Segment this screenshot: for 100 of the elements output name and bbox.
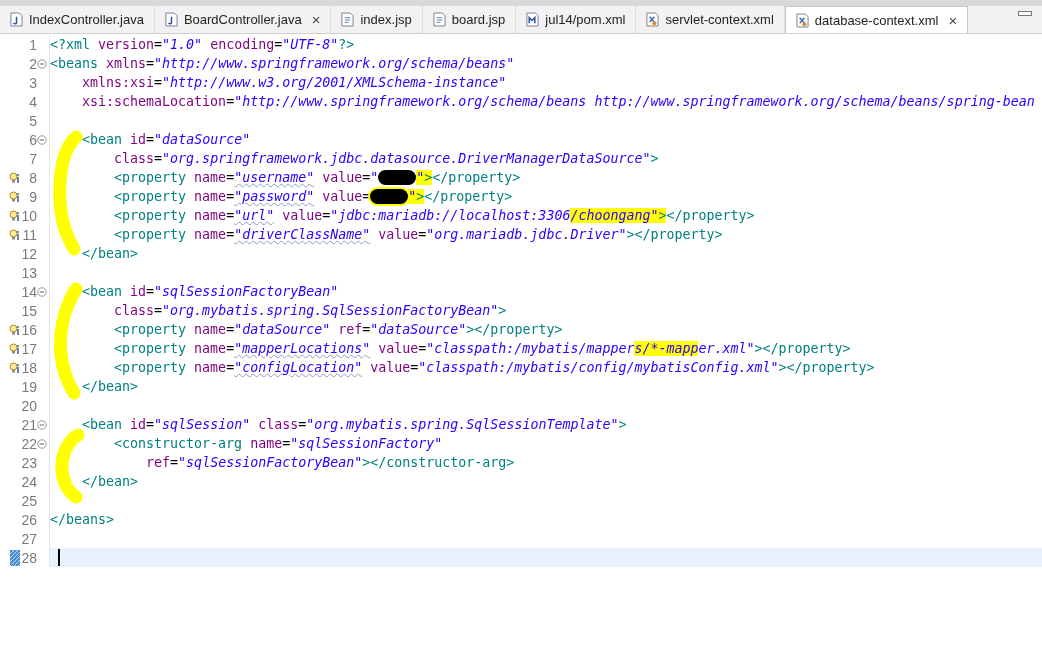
line-number: 12 — [21, 245, 37, 262]
code-token: "driverClassName" — [234, 227, 371, 242]
lightbulb-icon[interactable] — [9, 171, 21, 184]
code-token: "username" — [234, 170, 315, 185]
xml-file-icon — [795, 12, 809, 28]
code-token: "org.mybatis.spring.SqlSessionFactoryBean" — [162, 303, 499, 318]
line-number: 7 — [29, 150, 37, 167]
code-token: value — [377, 341, 419, 356]
line-number: 5 — [29, 112, 37, 129]
code-token: er.xml" — [698, 341, 755, 356]
code-token: value — [377, 227, 419, 242]
code-token: "dataSource" — [154, 132, 251, 147]
code-token: "configLocation" — [234, 360, 363, 375]
code-token: "sqlSessionFactoryBean" — [154, 284, 339, 299]
code-token: = — [226, 189, 235, 204]
code-token: /choongang" — [570, 208, 659, 223]
code-token: <constructor-arg — [113, 436, 243, 451]
line-number: 8 — [29, 169, 37, 186]
code-token: > — [618, 417, 627, 432]
lightbulb-icon[interactable] — [9, 190, 21, 203]
line-number: 16 — [21, 321, 37, 338]
code-token: "sqlSession" — [154, 417, 251, 432]
code-token: <property — [113, 170, 187, 185]
code-token: s/*-mapp — [634, 341, 699, 356]
code-token: name — [193, 208, 227, 223]
lightbulb-icon[interactable] — [9, 342, 21, 355]
code-token: <property — [113, 208, 187, 223]
maven-file-icon — [526, 12, 540, 27]
collapse-icon[interactable] — [37, 134, 47, 145]
code-token: <bean — [81, 132, 123, 147]
page-file-icon — [432, 12, 446, 27]
collapse-icon[interactable] — [37, 286, 47, 297]
line-number: 20 — [21, 397, 37, 414]
code-token: = — [298, 417, 307, 432]
code-token: = — [226, 341, 235, 356]
collapse-icon[interactable] — [37, 58, 47, 69]
lightbulb-icon[interactable] — [9, 361, 21, 374]
code-token: <bean — [81, 417, 123, 432]
code-token: ></property> — [626, 227, 723, 242]
code-token: = — [418, 227, 427, 242]
collapse-icon[interactable] — [37, 438, 47, 449]
line-number: 24 — [21, 473, 37, 490]
line-number: 25 — [21, 492, 37, 509]
code-token: </property> — [666, 208, 755, 223]
code-token: = — [226, 322, 235, 337]
code-token: = — [154, 303, 163, 318]
text-cursor — [58, 549, 60, 566]
code-token: "org.mybatis.spring.SqlSessionTemplate" — [306, 417, 619, 432]
code-token: = — [170, 455, 179, 470]
code-token: = — [146, 132, 155, 147]
code-token: version — [97, 37, 155, 52]
line-number: 23 — [21, 454, 37, 471]
minimize-icon[interactable] — [1018, 11, 1032, 17]
code-token: "UTF-8" — [282, 37, 339, 52]
code-token: name — [193, 322, 227, 337]
collapse-icon[interactable] — [37, 419, 47, 430]
code-token: </bean> — [81, 474, 139, 489]
code-token: <beans — [50, 56, 99, 71]
code-token: </bean> — [81, 246, 139, 261]
code-token: = — [274, 37, 283, 52]
xml-file-icon — [646, 12, 660, 27]
code-token: value — [321, 189, 363, 204]
code-token: "classpath:/mybatis/mapper — [426, 341, 635, 356]
code-token: ></property> — [778, 360, 875, 375]
line-number: 18 — [21, 359, 37, 376]
line-number: 6 — [29, 131, 37, 148]
code-token: > — [498, 303, 507, 318]
lightbulb-icon[interactable] — [9, 323, 21, 336]
code-token: = — [226, 227, 235, 242]
code-token: ></property> — [466, 322, 563, 337]
code-token: ref — [145, 455, 171, 470]
lightbulb-icon[interactable] — [9, 209, 21, 222]
code-token: <property — [113, 322, 187, 337]
code-token: "dataSource" — [370, 322, 467, 337]
code-token: = — [322, 208, 331, 223]
code-token: > — [658, 208, 667, 223]
editor-tab[interactable]: database-context.xml × — [784, 6, 969, 33]
code-token: </beans> — [50, 512, 115, 527]
line-number: 27 — [21, 530, 37, 547]
code-token: = — [226, 360, 235, 375]
line-number: 9 — [29, 188, 37, 205]
code-token: = — [154, 151, 163, 166]
code-token: = — [226, 170, 235, 185]
line-number: 26 — [21, 511, 37, 528]
code-token: name — [193, 360, 227, 375]
code-token: xsi:schemaLocation — [81, 94, 227, 109]
line-number: 15 — [21, 302, 37, 319]
line-number: 3 — [29, 74, 37, 91]
code-token: = — [410, 360, 419, 375]
code-token: = — [154, 75, 163, 90]
code-token: value — [369, 360, 411, 375]
line-number: 10 — [21, 207, 37, 224]
code-token: "dataSource" — [234, 322, 331, 337]
code-token: id — [129, 417, 147, 432]
code-token: </property> — [424, 189, 513, 204]
code-token: value — [321, 170, 363, 185]
code-token: value — [281, 208, 323, 223]
code-token: " — [408, 189, 417, 204]
code-token: = — [418, 341, 427, 356]
lightbulb-icon[interactable] — [9, 228, 21, 241]
